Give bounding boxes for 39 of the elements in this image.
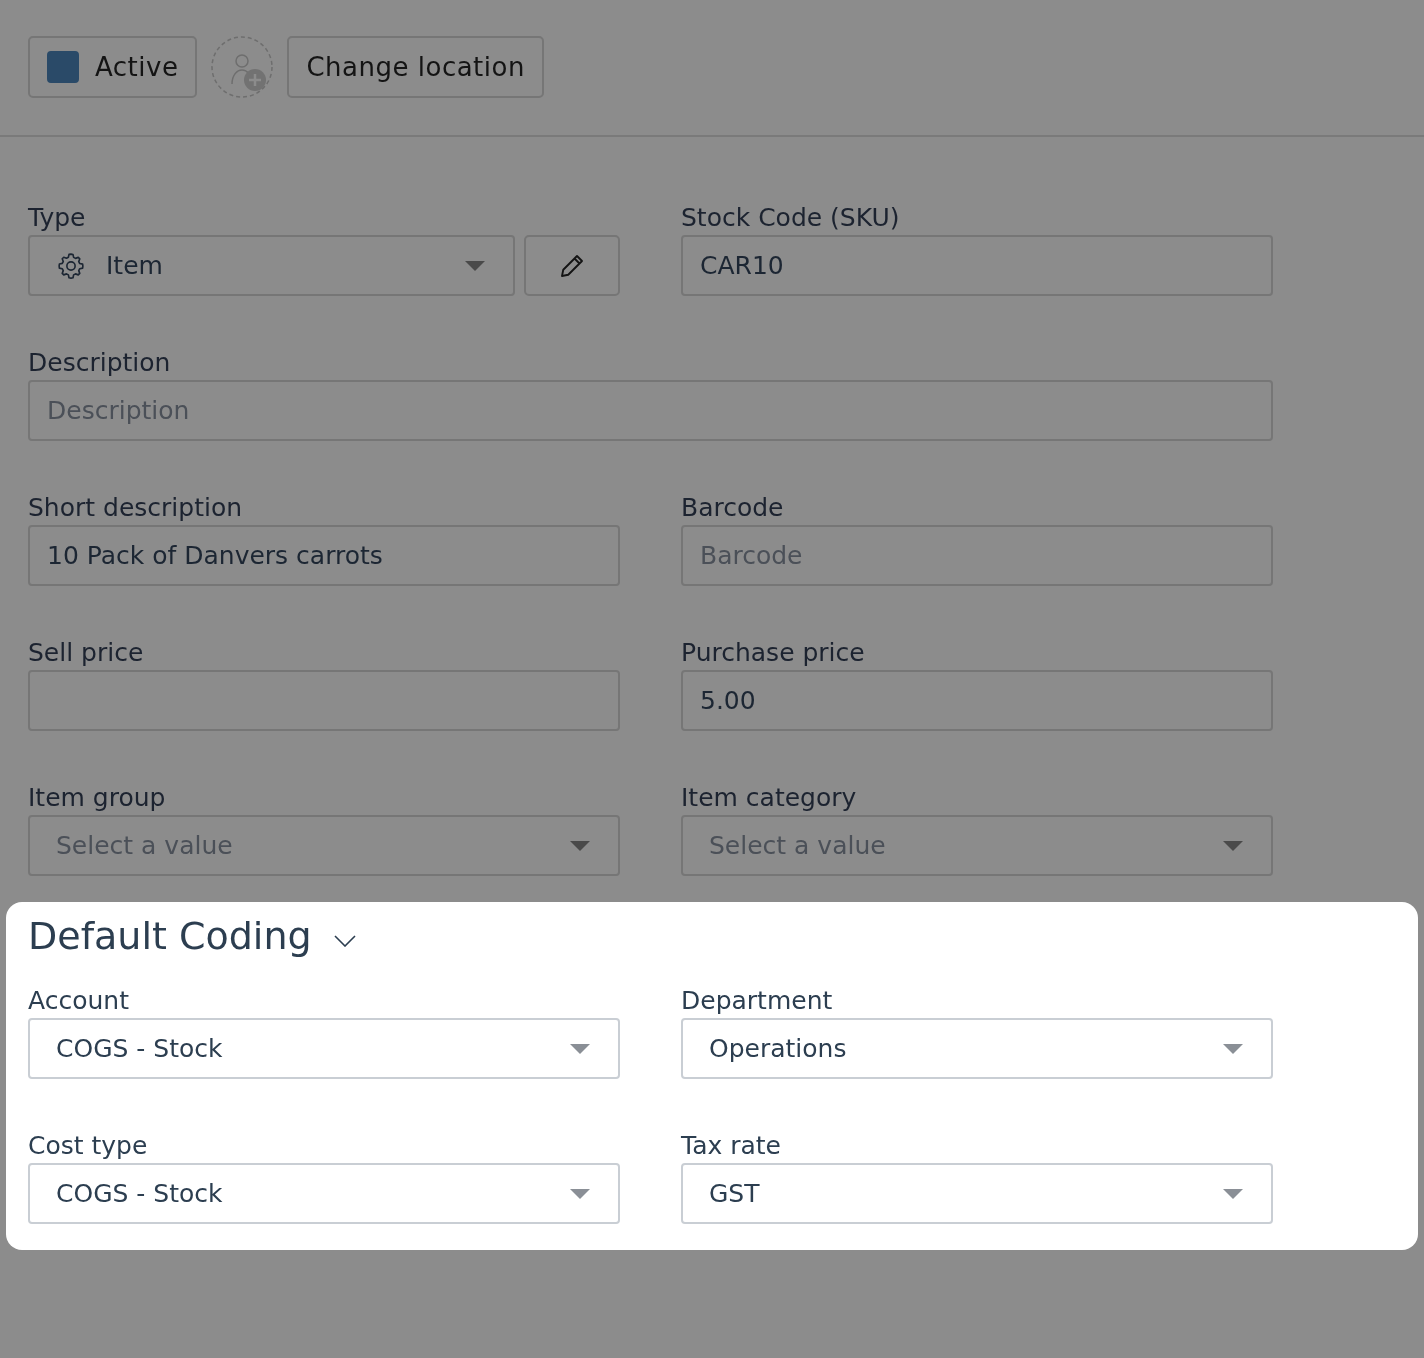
input-field[interactable]: Barcode bbox=[681, 525, 1273, 586]
checkbox[interactable] bbox=[47, 51, 79, 83]
field-label: Department bbox=[681, 985, 833, 1017]
caret-icon bbox=[1223, 1043, 1243, 1054]
field-label: Short description bbox=[28, 492, 243, 524]
field-label: Type bbox=[28, 202, 86, 234]
select-field[interactable]: GST bbox=[681, 1163, 1273, 1224]
select-field[interactable]: COGS - Stock bbox=[28, 1018, 620, 1079]
select-field[interactable]: Operations bbox=[681, 1018, 1273, 1079]
settings-icon bbox=[56, 250, 86, 281]
select-field[interactable]: COGS - Stock bbox=[28, 1163, 620, 1224]
add-user-button[interactable] bbox=[211, 36, 274, 98]
input-field[interactable]: Description bbox=[28, 380, 1273, 441]
edit-button[interactable] bbox=[524, 235, 620, 296]
field-label: Account bbox=[28, 985, 129, 1017]
caret-icon bbox=[1223, 840, 1243, 851]
input-field[interactable]: 10 Pack of Danvers carrots bbox=[28, 525, 620, 586]
input-field[interactable]: 5.00 bbox=[681, 670, 1273, 731]
caret-icon bbox=[570, 840, 590, 851]
caret-icon bbox=[1223, 1188, 1243, 1199]
field-label: Description bbox=[28, 347, 171, 379]
input-field[interactable]: CAR10 bbox=[681, 235, 1273, 296]
chevron-down-icon bbox=[333, 935, 356, 947]
select-field[interactable]: Item bbox=[28, 235, 515, 296]
caret-icon bbox=[570, 1188, 590, 1199]
caret-icon bbox=[570, 1043, 590, 1054]
add-person-icon bbox=[211, 36, 274, 98]
field-label: Tax rate bbox=[681, 1130, 781, 1162]
section-title: Default Coding bbox=[28, 913, 312, 960]
field-label: Barcode bbox=[681, 492, 784, 524]
caret-icon bbox=[465, 260, 485, 271]
field-label: Item group bbox=[28, 782, 166, 814]
change-location-button[interactable]: Change location bbox=[287, 36, 544, 98]
field-label: Purchase price bbox=[681, 637, 865, 669]
field-label: Stock Code (SKU) bbox=[681, 202, 900, 234]
field-label: Item category bbox=[681, 782, 857, 814]
field-label: Sell price bbox=[28, 637, 144, 669]
status-toggle-button[interactable]: Active bbox=[28, 36, 198, 98]
field-label: Cost type bbox=[28, 1130, 148, 1162]
